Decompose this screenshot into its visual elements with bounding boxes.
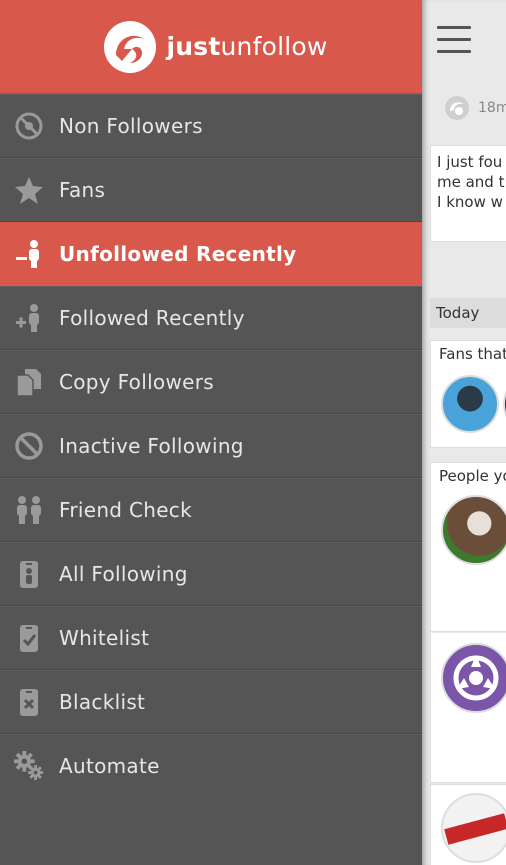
star-icon — [14, 175, 44, 205]
menu-item-followed-recently[interactable]: Followed Recently — [0, 286, 422, 350]
menu-label: Unfollowed Recently — [59, 242, 297, 266]
menu-item-inactive-following[interactable]: Inactive Following — [0, 414, 422, 478]
avatar-logo-icon — [444, 813, 506, 845]
timestamp: 18m — [478, 100, 506, 116]
hamburger-menu-icon[interactable] — [437, 26, 471, 62]
activity-timestamp-row: 18m — [444, 95, 506, 121]
id-badge-icon — [14, 559, 44, 589]
copy-icon — [14, 367, 44, 397]
card-title: Fans that — [439, 345, 506, 363]
menu-label: Friend Check — [59, 498, 192, 522]
non-followers-icon — [14, 111, 44, 141]
tweet-line: I just fou — [437, 153, 503, 171]
menu-item-whitelist[interactable]: Whitelist — [0, 606, 422, 670]
menu-label: Copy Followers — [59, 370, 214, 394]
refresh-logo-icon — [445, 96, 469, 120]
menu-label: Fans — [59, 178, 106, 202]
menu-label: Automate — [59, 754, 160, 778]
logo-text-light: unfollow — [220, 32, 328, 61]
tweet-line: me and t — [437, 173, 505, 191]
menu-item-fans[interactable]: Fans — [0, 158, 422, 222]
avatar-emblem-icon — [453, 655, 499, 701]
follow-user-icon — [14, 303, 44, 333]
avatar[interactable] — [441, 643, 506, 713]
menu-item-blacklist[interactable]: Blacklist — [0, 670, 422, 734]
logo-mark-icon — [104, 20, 157, 73]
menu-item-friend-check[interactable]: Friend Check — [0, 478, 422, 542]
navigation-drawer: justunfollow Non Followers Fans Unfollow… — [0, 0, 422, 865]
people-card-2[interactable] — [430, 633, 506, 783]
drawer-header: justunfollow — [0, 0, 422, 94]
menu-label: Non Followers — [59, 114, 203, 138]
inactive-icon — [14, 431, 44, 461]
people-card[interactable]: People yo — [430, 462, 506, 632]
app-logo[interactable]: justunfollow — [102, 19, 327, 75]
logo-text: justunfollow — [166, 32, 327, 61]
avatar[interactable] — [441, 793, 506, 863]
tweet-preview-card[interactable]: I just fou me and t I know w — [430, 145, 506, 242]
section-header-today: Today — [430, 298, 506, 328]
drawer-menu: Non Followers Fans Unfollowed Recently F… — [0, 94, 422, 797]
blacklist-icon — [14, 687, 44, 717]
fans-card[interactable]: Fans that — [430, 340, 506, 448]
menu-label: Whitelist — [59, 626, 150, 650]
gears-icon — [14, 751, 44, 781]
menu-item-automate[interactable]: Automate — [0, 734, 422, 797]
card-title: People yo — [439, 467, 506, 485]
menu-item-non-followers[interactable]: Non Followers — [0, 94, 422, 158]
menu-label: Inactive Following — [59, 434, 244, 458]
avatar[interactable] — [441, 495, 506, 565]
unfollow-user-icon — [14, 239, 44, 269]
main-content: 18m I just fou me and t I know w Today F… — [422, 0, 506, 865]
menu-item-all-following[interactable]: All Following — [0, 542, 422, 606]
tweet-line: I know w — [437, 193, 503, 211]
menu-label: Followed Recently — [59, 306, 245, 330]
menu-label: All Following — [59, 562, 188, 586]
friends-icon — [14, 495, 44, 525]
logo-text-bold: just — [166, 32, 221, 61]
menu-item-copy-followers[interactable]: Copy Followers — [0, 350, 422, 414]
people-card-3[interactable] — [430, 784, 506, 865]
avatar[interactable] — [441, 375, 499, 433]
main-topbar — [422, 0, 506, 78]
whitelist-icon — [14, 623, 44, 653]
menu-label: Blacklist — [59, 690, 146, 714]
menu-item-unfollowed-recently[interactable]: Unfollowed Recently — [0, 222, 422, 286]
